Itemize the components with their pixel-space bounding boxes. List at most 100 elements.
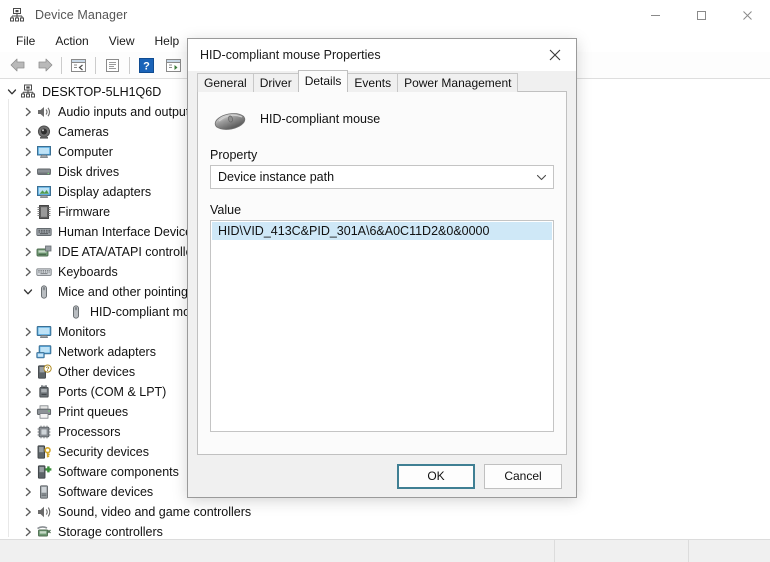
property-select[interactable]: Device instance path (210, 165, 554, 189)
mouse-icon (36, 284, 52, 300)
chevron-right-icon[interactable] (20, 242, 36, 262)
software-device-icon (36, 484, 52, 500)
tree-item-label: Security devices (58, 445, 150, 459)
tab-page-details: HID-compliant mouse Property Device inst… (197, 91, 567, 455)
property-select-value: Device instance path (218, 170, 335, 184)
tree-item-label: Storage controllers (58, 525, 163, 539)
tab-general[interactable]: General (197, 73, 254, 92)
network-adapter-icon (36, 344, 52, 360)
tree-item-label: Cameras (58, 125, 109, 139)
chevron-down-icon[interactable] (529, 167, 553, 187)
back-icon[interactable] (5, 54, 30, 76)
status-cell-3 (689, 540, 770, 562)
chevron-right-icon[interactable] (20, 522, 36, 539)
window-title: Device Manager (35, 8, 128, 22)
chevron-right-icon[interactable] (20, 502, 36, 522)
minimize-button[interactable] (632, 0, 678, 30)
tree-item-label: Human Interface Devices (58, 225, 199, 239)
monitor-icon (36, 324, 52, 340)
mouse-icon (68, 304, 84, 320)
chevron-right-icon[interactable] (20, 122, 36, 142)
tree-item-label: Audio inputs and outputs (58, 105, 196, 119)
chevron-right-icon[interactable] (20, 322, 36, 342)
tree-item-label: Ports (COM & LPT) (58, 385, 167, 399)
status-bar (0, 539, 770, 562)
value-label: Value (210, 203, 242, 217)
tree-item-label: Computer (58, 145, 113, 159)
close-icon[interactable] (534, 39, 576, 71)
chevron-right-icon[interactable] (20, 422, 36, 442)
menu-item-help[interactable]: Help (145, 31, 190, 51)
tree-item-label: Software components (58, 465, 179, 479)
chevron-down-icon[interactable] (4, 82, 20, 102)
tree-item[interactable]: Sound, video and game controllers (0, 502, 770, 522)
chevron-right-icon[interactable] (20, 362, 36, 382)
chevron-right-icon[interactable] (20, 182, 36, 202)
disk-drive-icon (36, 164, 52, 180)
tree-item-label: Display adapters (58, 185, 152, 199)
device-header: HID-compliant mouse (210, 102, 554, 136)
processor-icon (36, 424, 52, 440)
ok-button[interactable]: OK (397, 463, 475, 489)
tab-events[interactable]: Events (347, 73, 399, 92)
menu-item-view[interactable]: View (99, 31, 145, 51)
tree-item-label: IDE ATA/ATAPI controllers (58, 245, 203, 259)
status-cell-1 (0, 540, 555, 562)
tree-item[interactable]: Storage controllers (0, 522, 770, 539)
maximize-button[interactable] (678, 0, 724, 30)
display-adapter-icon (36, 184, 52, 200)
toolbar-separator (95, 56, 96, 74)
ide-controller-icon (36, 244, 52, 260)
window-title-bar: Device Manager (0, 0, 770, 30)
chevron-right-icon[interactable] (20, 102, 36, 122)
tree-item-label: Print queues (58, 405, 129, 419)
chevron-right-icon[interactable] (20, 442, 36, 462)
chevron-right-icon[interactable] (20, 382, 36, 402)
tree-item-label: Other devices (58, 365, 136, 379)
chevron-down-icon[interactable] (20, 282, 36, 302)
close-button[interactable] (724, 0, 770, 30)
firmware-icon (36, 204, 52, 220)
chevron-right-icon[interactable] (20, 202, 36, 222)
chevron-right-icon[interactable] (20, 142, 36, 162)
tab-driver[interactable]: Driver (252, 73, 299, 92)
svg-text:?: ? (46, 367, 50, 373)
menu-item-action[interactable]: Action (45, 31, 98, 51)
tab-power-management[interactable]: Power Management (397, 73, 519, 92)
chevron-right-icon[interactable] (20, 402, 36, 422)
chevron-right-icon[interactable] (20, 162, 36, 182)
chevron-right-icon[interactable] (20, 482, 36, 502)
tree-item-label: Firmware (58, 205, 111, 219)
show-hide-console-tree-icon[interactable] (66, 54, 91, 76)
update-driver-icon[interactable] (161, 54, 186, 76)
tree-item-label: Software devices (58, 485, 154, 499)
chevron-right-icon[interactable] (20, 262, 36, 282)
hid-icon (36, 224, 52, 240)
chevron-right-icon[interactable] (20, 342, 36, 362)
toolbar-separator (61, 56, 62, 74)
tree-item-label: Network adapters (58, 345, 156, 359)
forward-icon[interactable] (32, 54, 57, 76)
tree-item-label: Sound, video and game controllers (58, 505, 252, 519)
properties-icon[interactable] (100, 54, 125, 76)
computer-icon (36, 144, 52, 160)
storage-controller-icon (36, 524, 52, 539)
tree-item-label: Keyboards (58, 265, 118, 279)
menu-item-file[interactable]: File (6, 31, 45, 51)
properties-dialog: HID-compliant mouse Properties General Dr… (187, 38, 577, 498)
cancel-button[interactable]: Cancel (484, 463, 562, 489)
device-manager-icon (9, 7, 25, 23)
software-component-icon (36, 464, 52, 480)
port-icon (36, 384, 52, 400)
speaker-icon (36, 104, 52, 120)
chevron-right-icon[interactable] (20, 462, 36, 482)
tree-item-label: DESKTOP-5LH1Q6D (42, 85, 162, 99)
tab-details[interactable]: Details (297, 70, 349, 92)
computer-root-icon (20, 84, 36, 100)
help-icon[interactable]: ? (134, 54, 159, 76)
chevron-right-icon[interactable] (20, 222, 36, 242)
value-list-item[interactable]: HID\VID_413C&PID_301A\6&A0C11D2&0&0000 (212, 222, 552, 240)
value-list[interactable]: HID\VID_413C&PID_301A\6&A0C11D2&0&0000 (210, 220, 554, 432)
toolbar-separator (129, 56, 130, 74)
tree-item-label: Processors (58, 425, 121, 439)
